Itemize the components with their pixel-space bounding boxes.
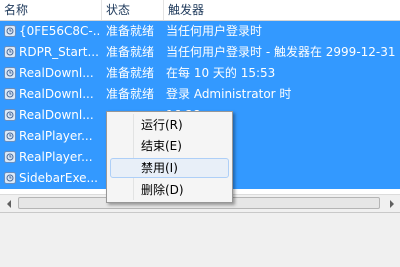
task-name: RealDownl...	[19, 108, 94, 122]
menu-item-delete[interactable]: 删除(D)	[110, 180, 229, 200]
task-status: 准备就绪	[106, 87, 155, 101]
menu-item-label: 运行(R)	[141, 118, 183, 132]
task-name: RealPlayer...	[19, 150, 93, 164]
table-row[interactable]: RealDownl... 准备就绪 登录 Administrator 时	[0, 84, 400, 105]
task-status: 准备就绪	[106, 66, 155, 80]
column-header: 名称 状态 触发器	[0, 0, 400, 21]
task-name: RDPR_Start...	[19, 45, 99, 59]
task-icon	[4, 109, 16, 121]
task-status: 准备就绪	[106, 45, 155, 59]
table-row[interactable]: RealDownl... 准备就绪 在每 10 天的 15:53	[0, 63, 400, 84]
task-icon	[4, 130, 16, 142]
context-menu: 运行(R) 结束(E) 禁用(I) 删除(D)	[106, 111, 233, 203]
task-icon	[4, 46, 16, 58]
menu-item-label: 结束(E)	[141, 139, 182, 153]
menu-item-run[interactable]: 运行(R)	[110, 115, 229, 135]
menu-item-label: 删除(D)	[141, 183, 184, 197]
column-trigger-label: 触发器	[168, 3, 205, 17]
task-trigger: 在每 10 天的 15:53	[166, 66, 276, 80]
task-icon	[4, 151, 16, 163]
scroll-right-arrow-icon[interactable]	[383, 195, 400, 212]
column-trigger-header[interactable]: 触发器	[164, 0, 400, 20]
task-trigger: 当任何用户登录时 - 触发器在 2999-12-31 1	[166, 45, 400, 59]
menu-item-end[interactable]: 结束(E)	[110, 136, 229, 156]
task-status: 准备就绪	[106, 24, 155, 38]
column-name-label: 名称	[4, 3, 29, 17]
task-trigger: 当任何用户登录时	[166, 24, 263, 38]
task-name: RealDownl...	[19, 66, 94, 80]
menu-item-label: 禁用(I)	[141, 161, 178, 175]
task-icon	[4, 88, 16, 100]
task-trigger: 登录 Administrator 时	[166, 87, 292, 101]
menu-item-disable[interactable]: 禁用(I)	[110, 158, 229, 178]
scroll-left-arrow-icon[interactable]	[0, 195, 17, 212]
column-status-header[interactable]: 状态	[102, 0, 164, 20]
task-name: {0FE56C8C-...	[19, 24, 101, 38]
details-pane	[0, 212, 400, 267]
task-icon	[4, 172, 16, 184]
column-name-header[interactable]: 名称	[0, 0, 102, 20]
task-name: SidebarExe...	[19, 171, 98, 185]
table-row[interactable]: {0FE56C8C-... 准备就绪 当任何用户登录时	[0, 21, 400, 42]
table-row[interactable]: RDPR_Start... 准备就绪 当任何用户登录时 - 触发器在 2999-…	[0, 42, 400, 63]
column-status-label: 状态	[106, 3, 131, 17]
task-icon	[4, 67, 16, 79]
task-icon	[4, 25, 16, 37]
task-name: RealDownl...	[19, 87, 94, 101]
task-name: RealPlayer...	[19, 129, 93, 143]
